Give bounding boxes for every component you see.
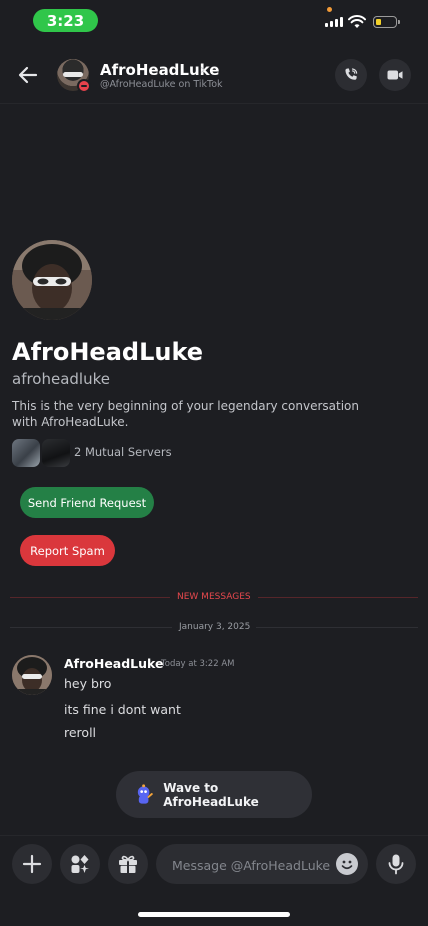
wave-button-label: Wave to AfroHeadLuke (163, 780, 259, 809)
message-text[interactable]: hey bro (64, 676, 111, 691)
status-time: 3:23 (33, 9, 98, 32)
message-text[interactable]: its fine i dont want (64, 702, 181, 717)
apps-icon (71, 855, 89, 873)
home-indicator[interactable] (138, 912, 290, 917)
mutual-servers-link[interactable]: 2 Mutual Servers (74, 445, 172, 459)
video-camera-icon (387, 70, 403, 80)
back-arrow-icon[interactable] (16, 63, 40, 87)
author-photo (12, 655, 52, 695)
profile-avatar[interactable] (12, 240, 92, 320)
battery-cap (398, 20, 400, 24)
cellular-signal-icon (325, 17, 343, 27)
report-spam-button[interactable]: Report Spam (20, 535, 115, 566)
emoji-icon[interactable] (336, 853, 358, 875)
wumpus-wave-icon (137, 783, 153, 804)
gift-button[interactable] (108, 844, 148, 884)
message-author-avatar[interactable] (12, 655, 52, 695)
battery-icon (373, 16, 397, 28)
conversation-intro-text: This is the very beginning of your legen… (12, 399, 359, 429)
wifi-icon (348, 15, 366, 28)
date-divider-line (256, 627, 418, 628)
composer-divider (0, 835, 428, 836)
new-messages-label: NEW MESSAGES (177, 592, 251, 602)
send-friend-request-button[interactable]: Send Friend Request (20, 487, 154, 518)
apps-button[interactable] (60, 844, 100, 884)
phone-icon (345, 68, 358, 80)
date-divider-line (10, 627, 172, 628)
date-divider-label: January 3, 2025 (179, 622, 251, 632)
header-subtitle: @AfroHeadLuke on TikTok (100, 79, 223, 90)
server-icon (42, 439, 70, 467)
message-input-container[interactable] (156, 844, 368, 884)
dnd-status-icon (77, 79, 91, 93)
message-text[interactable]: reroll (64, 725, 96, 740)
microphone-icon (388, 854, 404, 875)
profile-display-name: AfroHeadLuke (12, 338, 204, 366)
mutual-server-icons[interactable] (12, 439, 70, 467)
add-attachment-button[interactable] (12, 844, 52, 884)
server-icon (12, 439, 40, 467)
voice-message-button[interactable] (376, 844, 416, 884)
profile-username: afroheadluke (12, 370, 110, 388)
profile-photo (12, 240, 92, 320)
video-call-button[interactable] (379, 59, 411, 91)
new-messages-divider-line (10, 597, 170, 598)
privacy-indicator (327, 7, 332, 12)
plus-icon (22, 854, 42, 874)
message-author-name[interactable]: AfroHeadLuke (64, 656, 164, 671)
chevron-right-icon[interactable]: › (200, 62, 206, 78)
gift-icon (119, 855, 137, 873)
message-input[interactable] (170, 854, 334, 876)
wave-button[interactable]: Wave to AfroHeadLuke (116, 771, 312, 818)
header-divider (0, 103, 428, 104)
voice-call-button[interactable] (335, 59, 367, 91)
new-messages-divider-line (258, 597, 418, 598)
message-timestamp: Today at 3:22 AM (161, 659, 235, 669)
